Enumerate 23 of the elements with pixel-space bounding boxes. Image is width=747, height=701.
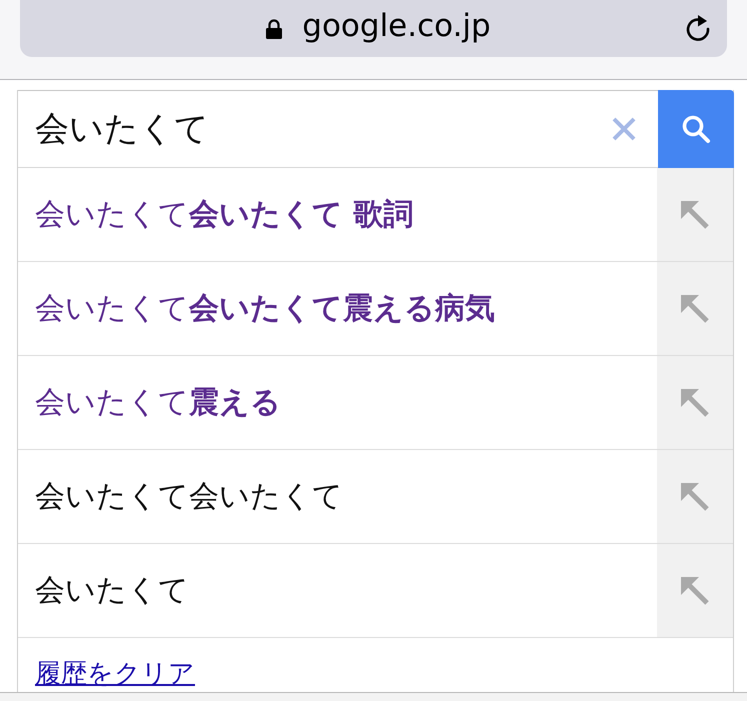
clear-history-link[interactable]: 履歴をクリア [35,658,195,690]
fill-in-button[interactable] [657,544,733,637]
address-bar[interactable]: google.co.jp [20,0,727,57]
fill-in-button[interactable] [657,356,733,449]
arrow-up-left-icon [681,294,709,322]
suggestion-link[interactable]: 会いたくて会いたくて震える病気 [18,262,657,355]
search-icon [681,114,711,144]
close-icon [612,117,636,141]
suggestion-link[interactable]: 会いたくて会いたくて [18,450,657,543]
arrow-up-left-icon [681,482,709,510]
lock-icon [266,18,282,38]
suggestion-link[interactable]: 会いたくて震える [18,356,657,449]
fill-in-button[interactable] [657,450,733,543]
suggestion-link[interactable]: 会いたくて会いたくて 歌詞 [18,168,657,261]
search-button[interactable] [658,90,734,168]
fill-in-button[interactable] [657,262,733,355]
arrow-up-left-icon [681,388,709,416]
suggestion-link[interactable]: 会いたくて [18,544,657,637]
arrow-up-left-icon [681,576,709,604]
arrow-up-left-icon [681,200,709,228]
fill-in-button[interactable] [657,168,733,261]
url-text: google.co.jp [302,11,491,46]
reload-icon[interactable] [685,14,711,42]
